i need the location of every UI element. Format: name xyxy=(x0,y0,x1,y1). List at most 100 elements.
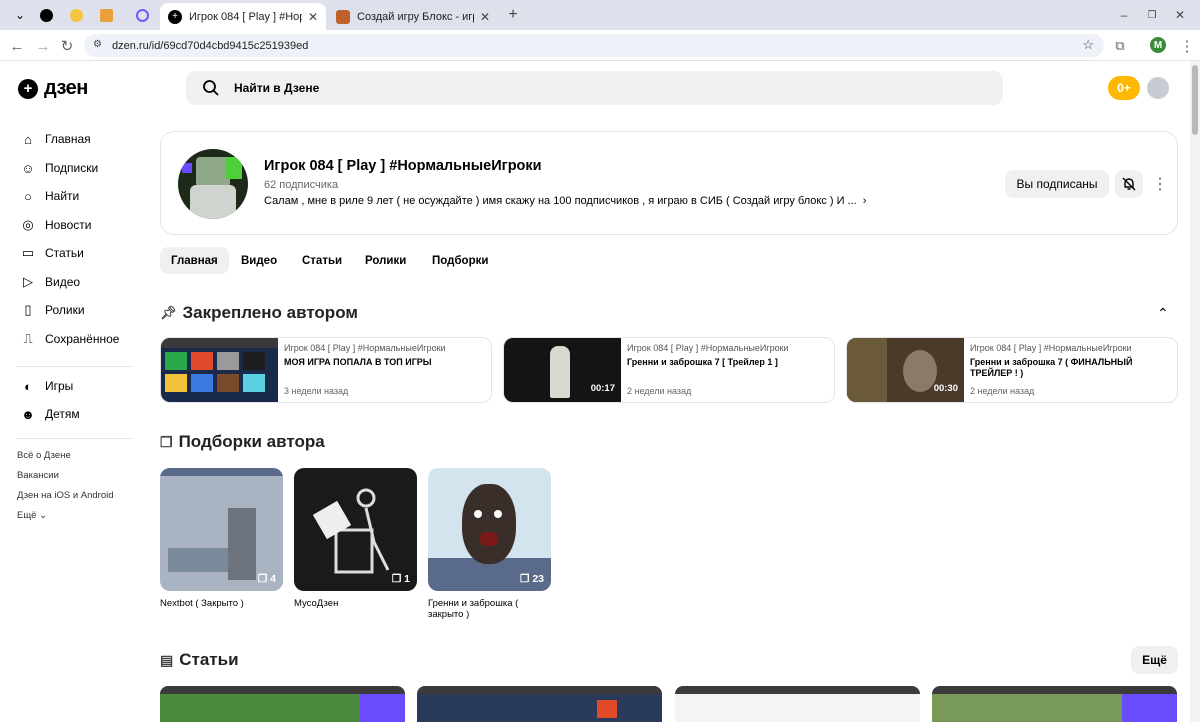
chevron-up-icon: ⌃ xyxy=(1157,305,1169,321)
sidebar-item-home[interactable]: ⌂ Главная xyxy=(20,129,91,149)
user-avatar[interactable] xyxy=(1147,77,1169,99)
page-scrollbar[interactable] xyxy=(1190,61,1200,722)
articles-icon: ▤ xyxy=(160,651,174,668)
collection-count: ❐ 1 xyxy=(391,573,410,585)
collapse-button[interactable]: ⌃ xyxy=(1157,305,1169,322)
search-placeholder: Найти в Дзене xyxy=(234,81,320,95)
star-icon[interactable]: ☆ xyxy=(1082,37,1094,53)
tab-title: Создай игру Блокс - играть он xyxy=(357,10,474,23)
article-card[interactable] xyxy=(417,686,662,722)
chevron-right-icon: › xyxy=(862,195,867,207)
pinned-tab-3[interactable] xyxy=(92,4,120,26)
section-title-text: Подборки автора xyxy=(178,432,325,451)
back-button[interactable]: ← xyxy=(8,37,26,55)
pinned-video-card[interactable]: 00:17 Игрок 084 [ Play ] #НормальныеИгро… xyxy=(503,337,835,403)
article-card[interactable] xyxy=(932,686,1177,722)
notifications-button[interactable] xyxy=(1115,170,1143,198)
browser-menu-button[interactable]: ⋮ xyxy=(1178,37,1196,55)
minimize-button[interactable]: – xyxy=(1110,4,1138,26)
sidebar-item-news[interactable]: ◎ Новости xyxy=(20,215,91,235)
game-favicon-icon xyxy=(99,8,113,22)
profile-button[interactable]: M xyxy=(1150,37,1166,53)
count-value: 4 xyxy=(270,573,276,585)
tab-collections[interactable]: Подборки xyxy=(421,247,499,274)
sidebar-item-articles[interactable]: ▭ Статьи xyxy=(20,243,84,263)
pinned-tab-dzen[interactable] xyxy=(32,4,60,26)
pinned-tab-2[interactable] xyxy=(62,4,90,26)
browser-tab-strip: ⌄ + Игрок 084 [ Play ] #Нормальн ✕ Созда… xyxy=(0,0,1200,30)
section-title-text: Статьи xyxy=(179,650,239,669)
search-input[interactable]: Найти в Дзене xyxy=(186,71,1003,105)
forward-button[interactable]: → xyxy=(34,37,52,55)
collection-count: ❐ 23 xyxy=(519,573,544,585)
subscribed-button[interactable]: Вы подписаны xyxy=(1005,170,1109,198)
sidebar-item-games[interactable]: ◐ Игры xyxy=(20,376,73,396)
channel-description[interactable]: Салам , мне в риле 9 лет ( не осуждайте … xyxy=(264,195,866,207)
sidebar-item-label: Сохранённое xyxy=(45,332,120,346)
tab-home[interactable]: Главная xyxy=(160,247,229,274)
collection-icon: ❐ xyxy=(160,433,173,450)
sidebar-item-subscriptions[interactable]: ☺ Подписки xyxy=(20,158,98,178)
section-title-text: Закреплено автором xyxy=(182,303,358,322)
more-vertical-icon[interactable]: ⋮ xyxy=(1152,174,1168,194)
sidebar-item-kids[interactable]: ☻ Детям xyxy=(20,404,80,424)
more-articles-button[interactable]: Ещё xyxy=(1131,646,1178,674)
sidebar-item-label: Подписки xyxy=(45,161,99,175)
pin-icon: 📌︎ xyxy=(160,305,177,320)
pinned-tab-4[interactable] xyxy=(128,4,156,26)
dzen-logo[interactable]: + дзен xyxy=(18,77,88,100)
footer-link-apps[interactable]: Дзен на iOS и Android xyxy=(17,490,114,501)
pinned-video-card[interactable]: Игрок 084 [ Play ] #НормальныеИгроки МОЯ… xyxy=(160,337,492,403)
coins-badge[interactable]: 0+ xyxy=(1108,76,1140,100)
video-duration: 00:30 xyxy=(933,383,958,394)
close-icon[interactable]: ✕ xyxy=(480,10,490,24)
emoji-favicon-icon xyxy=(69,8,83,22)
chevron-down-icon: ⌄ xyxy=(14,8,26,22)
close-icon[interactable]: ✕ xyxy=(308,10,318,24)
tab-channel[interactable]: + Игрок 084 [ Play ] #Нормальн ✕ xyxy=(160,3,326,30)
address-bar[interactable]: ⚙ dzen.ru/id/69cd70d4cbd9415c251939ed ☆ xyxy=(84,34,1104,57)
tab-articles[interactable]: Статьи xyxy=(291,247,353,274)
pinned-video-card[interactable]: 00:30 Игрок 084 [ Play ] #НормальныеИгро… xyxy=(846,337,1178,403)
article-card[interactable] xyxy=(160,686,405,722)
sidebar-item-search[interactable]: ○ Найти xyxy=(20,186,79,206)
trash-icon xyxy=(312,488,390,574)
video-title: Гренни и заброшка 7 ( ФИНАЛЬНЫЙ ТРЕЙЛЕР … xyxy=(970,357,1133,378)
article-card[interactable] xyxy=(675,686,920,722)
collection-card[interactable]: ❐ 1 МусоДзен xyxy=(294,468,417,609)
globe-icon: ◎ xyxy=(22,217,34,232)
sidebar-item-video[interactable]: ▷ Видео xyxy=(20,272,80,292)
footer-link-more[interactable]: Ещё ⌄ xyxy=(17,510,47,521)
footer-link-jobs[interactable]: Вакансии xyxy=(17,470,59,481)
footer-link-about[interactable]: Всё о Дзене xyxy=(17,450,71,461)
video-thumbnail: 00:30 xyxy=(847,338,964,402)
extensions-button[interactable]: ⧉ xyxy=(1111,37,1129,55)
tab-video[interactable]: Видео xyxy=(230,247,288,274)
collection-card[interactable]: ❐ 4 Nextbot ( Закрыто ) xyxy=(160,468,283,609)
tab-game[interactable]: Создай игру Блокс - играть он ✕ xyxy=(328,3,498,30)
subscriber-count: 62 подписчика xyxy=(264,179,339,191)
scrollbar-thumb[interactable] xyxy=(1192,65,1198,135)
tab-list-button[interactable]: ⌄ xyxy=(6,4,34,26)
sidebar-item-saved[interactable]: ⎍ Сохранённое xyxy=(20,329,119,349)
new-tab-button[interactable]: + xyxy=(499,4,527,26)
video-author: Игрок 084 [ Play ] #НормальныеИгроки xyxy=(627,343,789,353)
channel-avatar[interactable] xyxy=(178,149,248,219)
video-duration: 00:17 xyxy=(590,383,615,394)
collection-thumbnail: ❐ 23 xyxy=(428,468,551,591)
sidebar-divider xyxy=(17,438,133,439)
collection-card[interactable]: ❐ 23 Гренни и заброшка ( закрыто ) xyxy=(428,468,551,620)
collection-count: ❐ 4 xyxy=(257,573,276,585)
sidebar-item-shorts[interactable]: ▯ Ролики xyxy=(20,300,84,320)
reload-button[interactable]: ↻ xyxy=(58,37,76,55)
search-icon xyxy=(202,79,220,100)
browser-toolbar: ← → ↻ ⚙ dzen.ru/id/69cd70d4cbd9415c25193… xyxy=(0,30,1200,61)
collection-thumbnail: ❐ 4 xyxy=(160,468,283,591)
video-date: 2 недели назад xyxy=(627,386,692,396)
site-info-icon[interactable]: ⚙ xyxy=(93,39,102,50)
collection-label: Nextbot ( Закрыто ) xyxy=(160,598,244,609)
tab-shorts[interactable]: Ролики xyxy=(354,247,417,274)
subscriptions-icon: ☺ xyxy=(21,160,35,176)
window-close-button[interactable]: ✕ xyxy=(1166,4,1194,26)
restore-button[interactable]: ❐ xyxy=(1138,4,1166,26)
